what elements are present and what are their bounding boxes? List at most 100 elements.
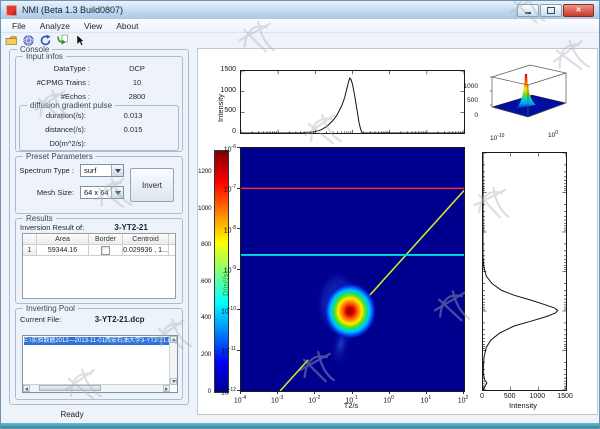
field-value: 2800: [94, 92, 180, 101]
y-tick-label: 10-10: [212, 305, 236, 316]
pool-listbox[interactable]: E:\实验数据2012—2013-11-01西安石油大学3-YT2-21.dcp: [22, 335, 178, 393]
menu-item-view[interactable]: View: [77, 21, 109, 31]
horizontal-scrollbar[interactable]: [23, 384, 170, 392]
minimize-icon: [525, 12, 531, 14]
input-infos-group: Input infos DataType :DCP#CPMG Trains :1…: [15, 56, 183, 152]
x-tick-label: 1500: [555, 393, 575, 401]
diagonal-correlation-line: [280, 360, 308, 391]
d-projection-plot[interactable]: [482, 152, 567, 391]
minimize-button[interactable]: [517, 4, 539, 17]
scroll-down-button[interactable]: [170, 378, 177, 385]
maximize-button[interactable]: [540, 4, 562, 17]
x-tick-mark: [240, 391, 241, 394]
window-bottom-border: [1, 423, 599, 428]
import-data-icon[interactable]: [56, 34, 69, 47]
input-infos-title: Input infos: [23, 52, 66, 61]
t2-projection-plot[interactable]: [240, 70, 465, 134]
chevron-down-icon[interactable]: [111, 165, 123, 176]
colorbar-tick-label: 200: [198, 351, 211, 359]
inversion-result-value: 3-YT2-21: [84, 223, 178, 232]
field-label: #Echos :: [18, 92, 94, 101]
window-title: NMI (Beta 1.3 Build0807): [22, 5, 123, 15]
table-cell: 59344.16: [37, 245, 89, 256]
status-text: Ready: [37, 410, 107, 419]
menu-bar: FileAnalyzeViewAbout: [1, 19, 599, 33]
scrollbar-thumb[interactable]: [39, 385, 101, 391]
open-file-icon[interactable]: [5, 34, 18, 47]
field-label: #CPMG Trains :: [18, 78, 94, 87]
table-header-cell: Border: [89, 234, 123, 245]
colorbar-tick-label: 600: [198, 278, 211, 286]
y-tick-mark: [237, 228, 240, 229]
x-tick-label: 10-2: [303, 394, 325, 405]
mesh-size-label: Mesh Size:: [18, 188, 78, 197]
inverting-pool-group: Inverting Pool Current File: 3-YT2-21.dc…: [15, 308, 183, 400]
maximize-icon: [547, 7, 555, 14]
window-controls: ✕: [517, 4, 594, 17]
diffusion-map-plot[interactable]: [240, 147, 465, 392]
results-group: Results Inversion Result of: 3-YT2-21 Ar…: [15, 218, 183, 304]
spectrum-type-label: Spectrum Type :: [18, 166, 78, 175]
mesh-size-label-row: Mesh Size:: [18, 185, 78, 199]
preset-parameters-group: Preset Parameters Spectrum Type : surf M…: [15, 156, 183, 214]
z-tick-label: 0: [444, 112, 478, 120]
menu-item-file[interactable]: File: [5, 21, 33, 31]
chevron-down-icon[interactable]: [111, 187, 123, 198]
y-tick-mark: [237, 269, 240, 270]
y-tick-mark: [237, 188, 240, 189]
surface-3d-plot[interactable]: [480, 61, 572, 135]
table-cell: 96.83: [169, 245, 176, 256]
spectrum-type-select[interactable]: surf: [80, 164, 124, 177]
x-tick-label: 10-3: [266, 394, 288, 405]
inversion-result-row: Inversion Result of: 3-YT2-21: [20, 223, 178, 232]
table-cell: 1: [23, 245, 37, 256]
info-row: D0(m^2/s):: [22, 136, 176, 150]
table-header-cell: [23, 234, 37, 245]
x-tick-label: 0: [472, 393, 492, 401]
results-table[interactable]: AreaBorderCentroidDist 159344.160.029936…: [22, 233, 176, 299]
y-tick-label: 1000: [214, 87, 236, 95]
table-header-cell: Dist: [169, 234, 176, 245]
preferences-icon[interactable]: [22, 34, 35, 47]
current-file-value: 3-YT2-21.dcp: [61, 315, 178, 324]
scroll-up-button[interactable]: [170, 336, 177, 343]
mesh-size-select[interactable]: 64 x 64 (...: [80, 186, 124, 199]
y-tick-label: 10-9: [212, 264, 236, 275]
x-tick-mark: [314, 391, 315, 394]
border-checkbox[interactable]: [101, 246, 110, 255]
colorbar-tick-label: 1000: [198, 205, 211, 213]
field-label: D0(m^2/s):: [22, 139, 90, 148]
table-row[interactable]: 159344.16 0.029936 , 1...96.83: [23, 245, 175, 256]
close-button[interactable]: ✕: [563, 4, 594, 17]
pool-list-item[interactable]: E:\实验数据2012—2013-11-01西安石油大学3-YT2-21.dcp: [24, 337, 169, 345]
scroll-left-button[interactable]: [23, 385, 30, 392]
invert-button[interactable]: Invert: [130, 168, 174, 202]
toolbar: [1, 32, 599, 48]
info-row: #CPMG Trains :10: [18, 75, 180, 89]
field-label: distance(/s):: [22, 125, 90, 134]
refresh-icon[interactable]: [39, 34, 52, 47]
field-value: 10: [94, 78, 180, 87]
diffusion-group: diffusion gradient pulse duration(/s):0.…: [19, 105, 179, 151]
table-header-cell: Centroid: [123, 234, 169, 245]
field-value: DCP: [94, 64, 180, 73]
scroll-right-button[interactable]: [163, 385, 170, 392]
y-tick-mark: [237, 147, 240, 148]
table-cell: 0.029936 , 1...: [123, 245, 169, 256]
y-tick-label: 0: [214, 128, 236, 136]
menu-item-about[interactable]: About: [109, 21, 145, 31]
close-icon: ✕: [576, 7, 582, 14]
signal-peak-blob: [324, 283, 376, 339]
current-file-label: Current File:: [20, 315, 61, 324]
colorbar-tick-label: 800: [198, 241, 211, 249]
plot-panel: Intensity: [197, 48, 598, 415]
vertical-scrollbar[interactable]: [169, 336, 177, 385]
z-tick-label: 1000: [444, 83, 478, 91]
x-tick-label: 500: [500, 393, 520, 401]
console-group: Console Input infos DataType :DCP#CPMG T…: [9, 49, 189, 405]
pointer-icon[interactable]: [73, 34, 86, 47]
corner-tick-label: 100: [548, 129, 568, 140]
menu-item-analyze[interactable]: Analyze: [33, 21, 77, 31]
spectrum-type-value: surf: [84, 166, 97, 175]
title-bar[interactable]: NMI (Beta 1.3 Build0807) ✕: [1, 1, 599, 20]
